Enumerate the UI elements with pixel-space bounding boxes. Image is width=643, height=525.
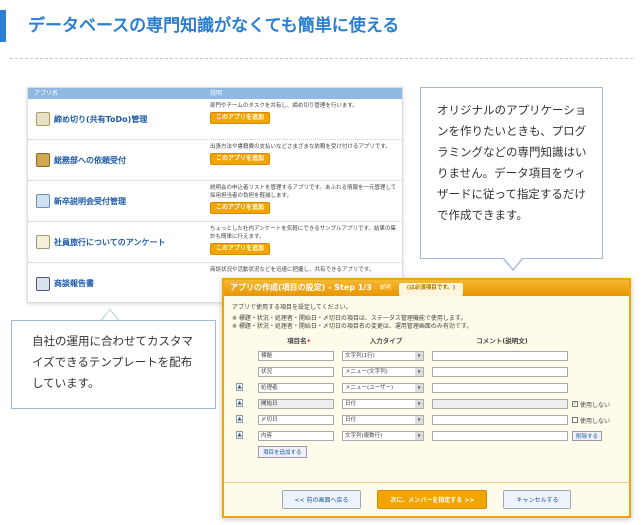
chevron-down-icon: ▼ <box>415 416 423 424</box>
template-name-label: 商談報告書 <box>54 279 94 288</box>
col-input-type: 入力タイプ <box>369 337 403 345</box>
template-name[interactable]: 社員旅行についてのアンケート <box>28 222 198 262</box>
field-grid: 項目名• 入力タイプ コメント(説明文) 標題 文字列(1行) ▼ 状況 メニュー… <box>236 335 621 458</box>
todo-icon <box>36 112 50 126</box>
field-row: ▲ 〆切日 日付 ▼ 使用しない <box>236 412 621 428</box>
add-app-button[interactable]: このアプリを追加 <box>210 243 271 255</box>
report-icon <box>36 276 50 291</box>
comment-input[interactable] <box>432 415 568 425</box>
comment-input[interactable] <box>432 351 568 361</box>
title-divider <box>10 58 633 59</box>
inbox-icon <box>36 153 50 167</box>
add-app-button[interactable]: このアプリを追加 <box>210 112 271 124</box>
app-creation-wizard: アプリの作成(項目の設定) - Step 1/3 説明 (は必須項目です。) ア… <box>222 278 631 518</box>
wizard-warning: ※ 標題・状況・処理者・開始日・〆切日の項目は、ステータス管理機能で使用します。 <box>232 315 467 322</box>
required-note: (は必須項目です。) <box>398 283 464 296</box>
template-description: 商談状況や活動状況などを迅速に把握し、共有できるアプリです。 <box>210 267 375 273</box>
input-type-select[interactable]: メニュー(文字列) ▼ <box>342 367 424 377</box>
template-list-header: アプリ名 説明 <box>28 88 402 99</box>
template-description: 説明会の申込者リストを管理するアプリです。あふれる情報を一元管理して採用担当者の… <box>210 185 397 199</box>
wizard-footer: << 前の画面へ戻る 次に、メンバーを指定する >> キャンセルする <box>224 482 629 516</box>
chevron-down-icon: ▼ <box>415 384 423 392</box>
template-row: 総務部への依頼受付 出張方法や書籍費の支払いなどさまざまな依頼を受け付けるアプリ… <box>28 140 402 181</box>
template-name[interactable]: 総務部への依頼受付 <box>28 140 198 180</box>
template-row: 新卒説明会受付管理 説明会の申込者リストを管理するアプリです。あふれる情報を一元… <box>28 181 402 222</box>
chevron-down-icon: ▼ <box>415 352 423 360</box>
input-type-select[interactable]: 文字列(複数行) ▼ <box>342 431 424 441</box>
field-row: 標題 文字列(1行) ▼ <box>258 348 621 364</box>
field-row: ▲ 処理者 メニュー(ユーザー) ▼ <box>236 380 621 396</box>
callout-templates: 自社の運用に合わせてカスタマイズできるテンプレートを配布しています。 <box>11 320 216 409</box>
input-type-select[interactable]: メニュー(ユーザー) ▼ <box>342 383 424 393</box>
field-row: ▲ 開始日 日付 ▼ ✓ 使用しない <box>236 396 621 412</box>
template-name[interactable]: 商談報告書 <box>28 263 198 302</box>
col-comment: コメント(説明文) <box>476 337 528 345</box>
field-row: 状況 メニュー(文字列) ▼ <box>258 364 621 380</box>
add-field-button[interactable]: 項目を追加する <box>258 446 307 458</box>
chevron-down-icon: ▼ <box>415 400 423 408</box>
col-description: 説明 <box>210 90 223 97</box>
col-app-name: アプリ名 <box>34 90 59 97</box>
comment-input[interactable] <box>432 367 568 377</box>
wizard-intro: アプリで使用する項目を設定してください。 <box>232 304 352 311</box>
template-list-panel: アプリ名 説明 締め切り(共有ToDo)管理 部門やチームのタスクを共有し、締め… <box>27 87 403 303</box>
template-name[interactable]: 締め切り(共有ToDo)管理 <box>28 99 198 139</box>
template-description: 出張方法や書籍費の支払いなどさまざまな依頼を受け付けるアプリです。 <box>210 144 391 150</box>
template-description: 部門やチームのタスクを共有し、締め切り管理を行います。 <box>210 103 358 109</box>
callout-wizard: オリジナルのアプリケーションを作りたいときも、プログラミングなどの専門知識はいり… <box>420 87 603 259</box>
template-row: 社員旅行についてのアンケート ちょっとした社内アンケートを気軽にできるサンプルア… <box>28 222 402 263</box>
move-up-icon[interactable]: ▲ <box>236 383 243 391</box>
disable-checkbox[interactable]: ✓ 使用しない <box>572 400 610 409</box>
template-name-label: 社員旅行についてのアンケート <box>54 237 166 247</box>
field-row: ▲ 内容 文字列(複数行) ▼ 削除する <box>236 428 621 444</box>
next-button[interactable]: 次に、メンバーを指定する >> <box>377 490 488 509</box>
delete-field-button[interactable]: 削除する <box>572 431 603 441</box>
wizard-warning: ※ 標題・状況・処理者・開始日・〆切日の項目名の変更は、運用管理画面のみ有効です… <box>232 323 473 330</box>
wizard-help-link[interactable]: 説明 <box>380 280 391 296</box>
disable-checkbox[interactable]: 使用しない <box>572 416 610 425</box>
comment-input[interactable] <box>432 383 568 393</box>
template-name-label: 締め切り(共有ToDo)管理 <box>54 114 148 124</box>
required-mark: • <box>306 337 311 345</box>
template-name-label: 新卒説明会受付管理 <box>54 196 126 206</box>
field-name-input[interactable]: 内容 <box>258 431 334 441</box>
checkbox-checked-icon: ✓ <box>572 401 578 407</box>
field-name-input[interactable]: 状況 <box>258 367 334 377</box>
people-icon <box>36 194 50 208</box>
field-name-input[interactable]: 標題 <box>258 351 334 361</box>
comment-input[interactable] <box>432 431 568 441</box>
input-type-select[interactable]: 文字列(1行) ▼ <box>342 351 424 361</box>
input-type-select[interactable]: 日付 ▼ <box>342 399 424 409</box>
comment-input[interactable] <box>432 399 568 409</box>
move-up-icon[interactable]: ▲ <box>236 399 243 407</box>
template-name[interactable]: 新卒説明会受付管理 <box>28 181 198 221</box>
wizard-title-bar: アプリの作成(項目の設定) - Step 1/3 説明 (は必須項目です。) <box>224 280 629 296</box>
template-description: ちょっとした社内アンケートを気軽にできるサンプルアプリです。結果の集計も簡単に行… <box>210 226 396 240</box>
add-app-button[interactable]: このアプリを追加 <box>210 202 271 214</box>
move-up-icon[interactable]: ▲ <box>236 415 243 423</box>
back-button[interactable]: << 前の画面へ戻る <box>281 490 362 509</box>
chevron-down-icon: ▼ <box>415 368 423 376</box>
wizard-title: アプリの作成(項目の設定) - Step 1/3 <box>230 283 372 292</box>
chevron-down-icon: ▼ <box>415 432 423 440</box>
page-title: データベースの専門知識がなくても簡単に使える <box>0 10 643 42</box>
survey-icon <box>36 235 50 249</box>
input-type-select[interactable]: 日付 ▼ <box>342 415 424 425</box>
template-row: 締め切り(共有ToDo)管理 部門やチームのタスクを共有し、締め切り管理を行いま… <box>28 99 402 140</box>
field-name-input[interactable]: 〆切日 <box>258 415 334 425</box>
col-field-name: 項目名• <box>287 337 311 345</box>
template-name-label: 総務部への依頼受付 <box>54 155 126 165</box>
move-up-icon[interactable]: ▲ <box>236 431 243 439</box>
cancel-button[interactable]: キャンセルする <box>503 490 572 509</box>
field-name-input[interactable]: 開始日 <box>258 399 334 409</box>
add-app-button[interactable]: このアプリを追加 <box>210 153 271 165</box>
field-name-input[interactable]: 処理者 <box>258 383 334 393</box>
checkbox-icon <box>572 417 578 423</box>
callout-pointer <box>503 258 523 271</box>
